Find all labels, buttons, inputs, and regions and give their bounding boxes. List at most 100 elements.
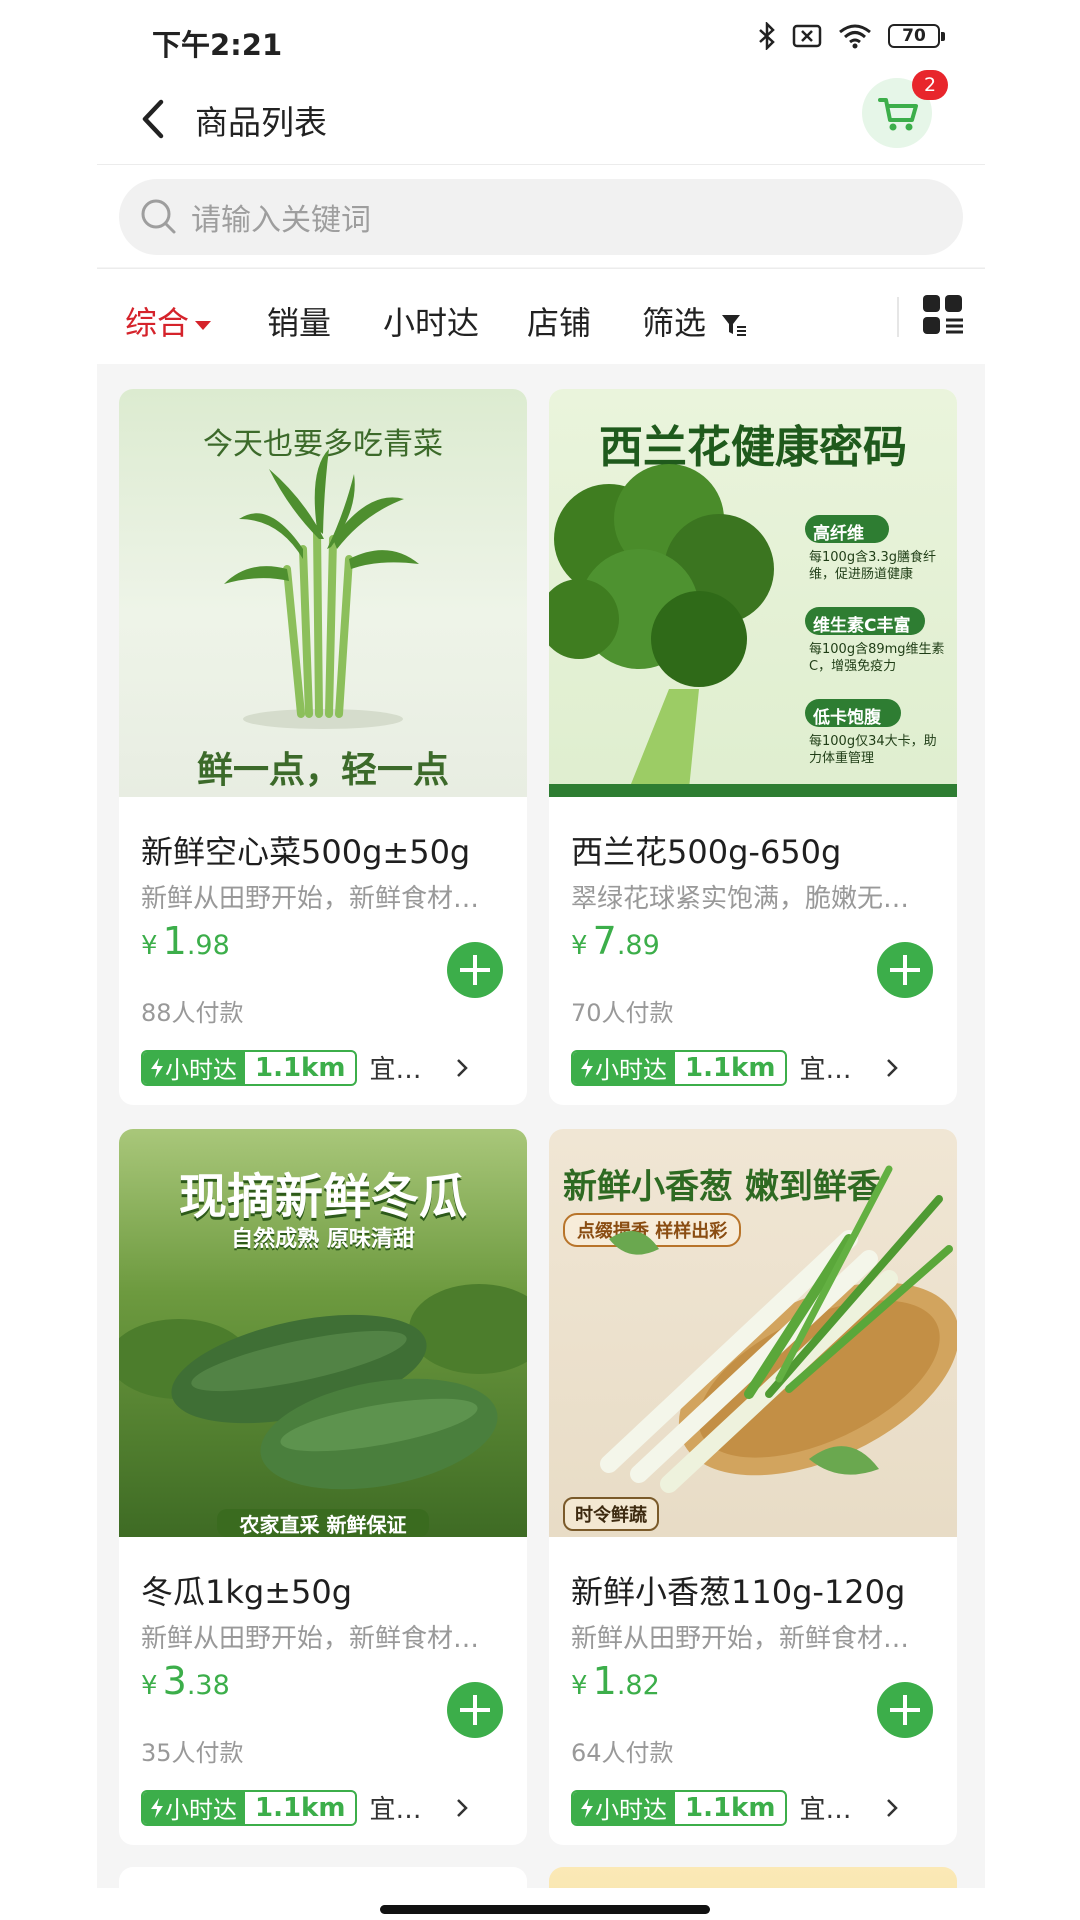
nav-header: 商品列表 2: [97, 70, 985, 165]
price-decimal: .98: [186, 930, 230, 961]
product-name: 冬瓜1kg±50g: [141, 1573, 353, 1611]
product-card[interactable]: 现摘新鲜冬瓜 自然成熟 原味清甜 农家直采 新鲜保证 冬瓜1kg±50g 新鲜从…: [119, 1129, 527, 1845]
winter-melon-illustration: [119, 1284, 527, 1537]
image-caption: 时令鲜蔬: [563, 1497, 659, 1531]
lightning-icon: [151, 1797, 163, 1818]
back-arrow-icon[interactable]: [135, 94, 175, 144]
sold-count: 70人付款: [571, 999, 674, 1027]
tag-label-text: 小时达: [595, 1796, 667, 1824]
shop-name: 宜…: [799, 1055, 852, 1085]
product-card-partial[interactable]: [119, 1867, 527, 1888]
distance: 1.1km: [255, 1052, 346, 1083]
sold-count: 88人付款: [141, 999, 244, 1027]
add-to-cart-button[interactable]: [877, 942, 933, 998]
product-card[interactable]: 今天也要多吃青菜 鲜一点，轻一点 新鲜空心菜500g±50g 新鲜从田野开始，新…: [119, 389, 527, 1105]
distance: 1.1km: [255, 1792, 346, 1823]
image-caption: 农家直采 新鲜保证: [239, 1513, 407, 1537]
price-integer: 3: [162, 1659, 187, 1703]
price-decimal: .89: [616, 930, 660, 961]
search-row: 请输入关键词: [97, 165, 985, 267]
sort-tab-comprehensive[interactable]: 综合: [125, 298, 212, 344]
delivery-tag-row: 小时达 1.1km 宜…: [141, 1789, 421, 1826]
product-image: 新鲜小香葱 嫩到鲜香 点缀提香 样样出彩 时令鲜蔬: [549, 1129, 957, 1537]
product-price: ¥ 1.82: [571, 1659, 660, 1703]
search-input[interactable]: 请输入关键词: [119, 179, 963, 255]
product-description: 新鲜从田野开始，新鲜食材…: [141, 1624, 480, 1654]
water-spinach-illustration: [224, 449, 419, 729]
sort-tab-label: 筛选: [642, 304, 707, 342]
delivery-tag-row: 小时达 1.1km 宜…: [141, 1049, 421, 1086]
home-indicator[interactable]: [380, 1905, 710, 1914]
bluetooth-icon: [759, 22, 775, 50]
chevron-right-icon[interactable]: [455, 1797, 469, 1819]
sold-count: 64人付款: [571, 1739, 674, 1767]
image-label: 每100g含89mg维生素C，增强免疫力: [809, 642, 945, 674]
sort-bar: 综合 销量 小时达 店铺 筛选: [97, 268, 985, 364]
chevron-right-icon[interactable]: [885, 1057, 899, 1079]
tag-label-text: 小时达: [595, 1056, 667, 1084]
add-to-cart-button[interactable]: [447, 942, 503, 998]
shop-name: 宜…: [799, 1795, 852, 1825]
add-to-cart-button[interactable]: [877, 1682, 933, 1738]
currency-symbol: ¥: [141, 931, 158, 961]
hourly-delivery-tag: 小时达 1.1km: [141, 1049, 358, 1086]
product-price: ¥ 3.38: [141, 1659, 230, 1703]
filter-icon: [722, 315, 747, 336]
shop-name: 宜…: [369, 1055, 422, 1085]
sort-tab-store[interactable]: 店铺: [527, 298, 591, 344]
divider: [897, 297, 899, 337]
image-label: 每100g含3.3g膳食纤维，促进肠道健康: [809, 550, 936, 582]
chevron-right-icon[interactable]: [455, 1057, 469, 1079]
product-name: 西兰花500g-650g: [571, 833, 842, 871]
product-card-partial[interactable]: [549, 1867, 957, 1888]
battery-level: 70: [902, 26, 926, 46]
sort-tab-hourly[interactable]: 小时达: [383, 298, 479, 344]
product-card[interactable]: 新鲜小香葱 嫩到鲜香 点缀提香 样样出彩 时令鲜蔬 新鲜小香葱110g-120g…: [549, 1129, 957, 1845]
product-image: 西兰花健康密码 高纤维 每100g含3.3g膳食纤维，促进肠道健康 维生素C丰富…: [549, 389, 957, 797]
caret-down-icon: [195, 320, 212, 330]
image-label: 低卡饱腹: [813, 708, 881, 728]
sort-tab-sales[interactable]: 销量: [267, 298, 331, 344]
tag-label-text: 小时达: [165, 1796, 237, 1824]
search-icon: [141, 199, 176, 234]
price-decimal: .38: [186, 1670, 230, 1701]
delivery-tag-row: 小时达 1.1km 宜…: [571, 1049, 851, 1086]
status-icons: 70: [758, 22, 945, 50]
chevron-right-icon[interactable]: [885, 1797, 899, 1819]
status-time: 下午2:21: [152, 28, 283, 62]
battery-indicator: 70: [888, 24, 945, 48]
hourly-delivery-tag: 小时达 1.1km: [571, 1049, 788, 1086]
status-bar: 下午2:21 70: [97, 0, 985, 76]
delivery-tag-row: 小时达 1.1km 宜…: [571, 1789, 851, 1826]
sort-tab-label: 综合: [125, 304, 190, 342]
product-image: 今天也要多吃青菜 鲜一点，轻一点: [119, 389, 527, 797]
product-card[interactable]: 西兰花健康密码 高纤维 每100g含3.3g膳食纤维，促进肠道健康 维生素C丰富…: [549, 389, 957, 1105]
product-description: 翠绿花球紧实饱满，脆嫩无…: [571, 884, 910, 914]
product-name: 新鲜空心菜500g±50g: [141, 833, 471, 871]
scallion-illustration: [600, 1165, 957, 1493]
no-sim-icon: [792, 24, 822, 48]
hourly-delivery-tag: 小时达 1.1km: [571, 1789, 788, 1826]
currency-symbol: ¥: [141, 1671, 158, 1701]
tag-label: 小时达: [143, 1051, 245, 1084]
shop-name: 宜…: [369, 1795, 422, 1825]
layout-toggle-icon[interactable]: [921, 293, 965, 337]
search-placeholder: 请输入关键词: [191, 203, 371, 238]
price-decimal: .82: [616, 1670, 660, 1701]
wifi-icon: [839, 24, 871, 49]
tag-label: 小时达: [573, 1791, 675, 1824]
product-price: ¥ 7.89: [571, 919, 660, 963]
add-to-cart-button[interactable]: [447, 1682, 503, 1738]
currency-symbol: ¥: [571, 931, 588, 961]
currency-symbol: ¥: [571, 1671, 588, 1701]
sort-tab-filter[interactable]: 筛选: [642, 298, 748, 344]
lightning-icon: [581, 1797, 593, 1818]
price-integer: 1: [162, 919, 187, 963]
tag-label-text: 小时达: [165, 1056, 237, 1084]
image-label: 维生素C丰富: [813, 616, 911, 636]
page-title: 商品列表: [195, 103, 327, 142]
sold-count: 35人付款: [141, 1739, 244, 1767]
image-caption: 鲜一点，轻一点: [196, 749, 449, 791]
distance: 1.1km: [685, 1052, 776, 1083]
hourly-delivery-tag: 小时达 1.1km: [141, 1789, 358, 1826]
